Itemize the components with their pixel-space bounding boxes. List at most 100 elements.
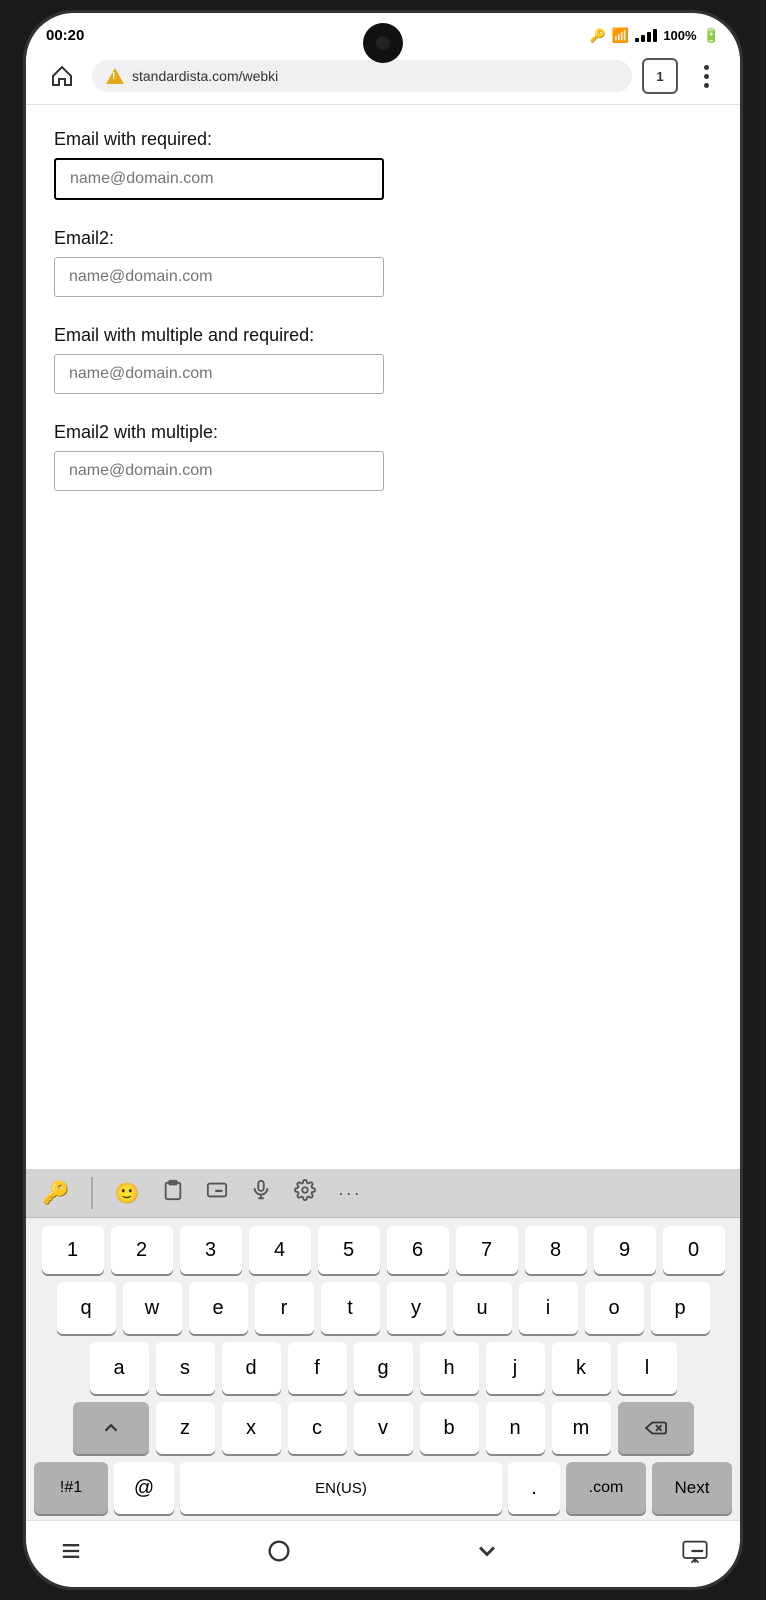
key-b[interactable]: b: [420, 1402, 479, 1454]
toolbar-separator: [91, 1177, 93, 1209]
key-j[interactable]: j: [486, 1342, 545, 1394]
email-multiple-required-label: Email with multiple and required:: [54, 325, 712, 346]
email-required-label: Email with required:: [54, 129, 712, 150]
emoji-icon[interactable]: 🙂: [115, 1181, 140, 1206]
phone-screen: 00:20 🔑 📶 100% 🔋: [26, 13, 740, 1587]
keyboard-rows: 1 2 3 4 5 6 7 8 9 0 q w e r t: [26, 1218, 740, 1458]
status-right: 🔑 📶 100% 🔋: [590, 27, 720, 44]
key-o[interactable]: o: [585, 1282, 644, 1334]
row-zxcv: z x c v b n m: [34, 1402, 732, 1454]
keyboard-icon[interactable]: [206, 1179, 228, 1207]
key-z[interactable]: z: [156, 1402, 215, 1454]
key-v[interactable]: v: [354, 1402, 413, 1454]
microphone-icon[interactable]: [250, 1179, 272, 1207]
email2-multiple-input[interactable]: [54, 451, 384, 491]
signal-bars: [635, 29, 657, 42]
bottom-nav: [26, 1520, 740, 1587]
key-k[interactable]: k: [552, 1342, 611, 1394]
status-bar: 00:20 🔑 📶 100% 🔋: [26, 13, 740, 50]
keyboard-area: 🔑 🙂: [26, 1169, 740, 1520]
period-key[interactable]: .: [508, 1462, 560, 1514]
menu-button[interactable]: [688, 58, 724, 94]
key-6[interactable]: 6: [387, 1226, 449, 1274]
tabs-count: 1: [656, 69, 663, 84]
key-g[interactable]: g: [354, 1342, 413, 1394]
menu-dot-3: [704, 83, 709, 88]
home-nav-button[interactable]: [254, 1531, 304, 1571]
wifi-icon: 📶: [612, 27, 629, 44]
symbols-key[interactable]: !#1: [34, 1462, 108, 1514]
menu-dot-1: [704, 65, 709, 70]
key-5[interactable]: 5: [318, 1226, 380, 1274]
key-1[interactable]: 1: [42, 1226, 104, 1274]
backspace-key[interactable]: [618, 1402, 694, 1454]
key-n[interactable]: n: [486, 1402, 545, 1454]
key-m[interactable]: m: [552, 1402, 611, 1454]
signal-bar-3: [647, 32, 651, 42]
row-asdf: a s d f g h j k l: [34, 1342, 732, 1394]
back-nav-button[interactable]: [46, 1531, 96, 1571]
form-group-email2-multiple: Email2 with multiple:: [54, 422, 712, 491]
email2-label: Email2:: [54, 228, 712, 249]
key-x[interactable]: x: [222, 1402, 281, 1454]
home-button[interactable]: [42, 56, 82, 96]
email2-input[interactable]: [54, 257, 384, 297]
down-nav-button[interactable]: [462, 1531, 512, 1571]
key-u[interactable]: u: [453, 1282, 512, 1334]
battery-percent: 100%: [663, 28, 696, 43]
security-warning-icon: [106, 68, 124, 84]
menu-dot-2: [704, 74, 709, 79]
keyboard-toolbar: 🔑 🙂: [26, 1169, 740, 1218]
key-c[interactable]: c: [288, 1402, 347, 1454]
key-l[interactable]: l: [618, 1342, 677, 1394]
vpn-key-icon: 🔑: [590, 28, 606, 44]
key-q[interactable]: q: [57, 1282, 116, 1334]
email-required-input[interactable]: [54, 158, 384, 200]
key-y[interactable]: y: [387, 1282, 446, 1334]
key-9[interactable]: 9: [594, 1226, 656, 1274]
address-bar[interactable]: standardista.com/webki: [92, 60, 632, 92]
key-e[interactable]: e: [189, 1282, 248, 1334]
more-options-icon[interactable]: ···: [338, 1183, 362, 1204]
signal-bar-1: [635, 38, 639, 42]
key-7[interactable]: 7: [456, 1226, 518, 1274]
url-text: standardista.com/webki: [132, 68, 278, 84]
clipboard-icon[interactable]: [162, 1179, 184, 1207]
key-s[interactable]: s: [156, 1342, 215, 1394]
key-a[interactable]: a: [90, 1342, 149, 1394]
next-key[interactable]: Next: [652, 1462, 732, 1514]
camera-dot: [376, 36, 390, 50]
key-w[interactable]: w: [123, 1282, 182, 1334]
keyboard-bottom-row: !#1 @ EN(US) . .com Next: [26, 1458, 740, 1520]
key-4[interactable]: 4: [249, 1226, 311, 1274]
email-multiple-required-input[interactable]: [54, 354, 384, 394]
at-key[interactable]: @: [114, 1462, 174, 1514]
toolbar-icons: 🙂: [115, 1179, 724, 1207]
signal-bar-2: [641, 35, 645, 42]
key-8[interactable]: 8: [525, 1226, 587, 1274]
key-d[interactable]: d: [222, 1342, 281, 1394]
tabs-button[interactable]: 1: [642, 58, 678, 94]
key-i[interactable]: i: [519, 1282, 578, 1334]
key-h[interactable]: h: [420, 1342, 479, 1394]
form-group-email2: Email2:: [54, 228, 712, 297]
settings-icon[interactable]: [294, 1179, 316, 1207]
number-row: 1 2 3 4 5 6 7 8 9 0: [34, 1226, 732, 1274]
key-p[interactable]: p: [651, 1282, 710, 1334]
shift-key[interactable]: [73, 1402, 149, 1454]
key-3[interactable]: 3: [180, 1226, 242, 1274]
camera-notch: [363, 23, 403, 63]
key-t[interactable]: t: [321, 1282, 380, 1334]
key-0[interactable]: 0: [663, 1226, 725, 1274]
key-r[interactable]: r: [255, 1282, 314, 1334]
page-content: Email with required: Email2: Email with …: [26, 105, 740, 1169]
email2-multiple-label: Email2 with multiple:: [54, 422, 712, 443]
dotcom-key[interactable]: .com: [566, 1462, 646, 1514]
space-key[interactable]: EN(US): [180, 1462, 502, 1514]
home-icon: [50, 64, 74, 88]
form-group-email-required: Email with required:: [54, 129, 712, 200]
key-icon: 🔑: [42, 1180, 69, 1206]
key-2[interactable]: 2: [111, 1226, 173, 1274]
keyboard-hide-button[interactable]: [670, 1531, 720, 1571]
key-f[interactable]: f: [288, 1342, 347, 1394]
